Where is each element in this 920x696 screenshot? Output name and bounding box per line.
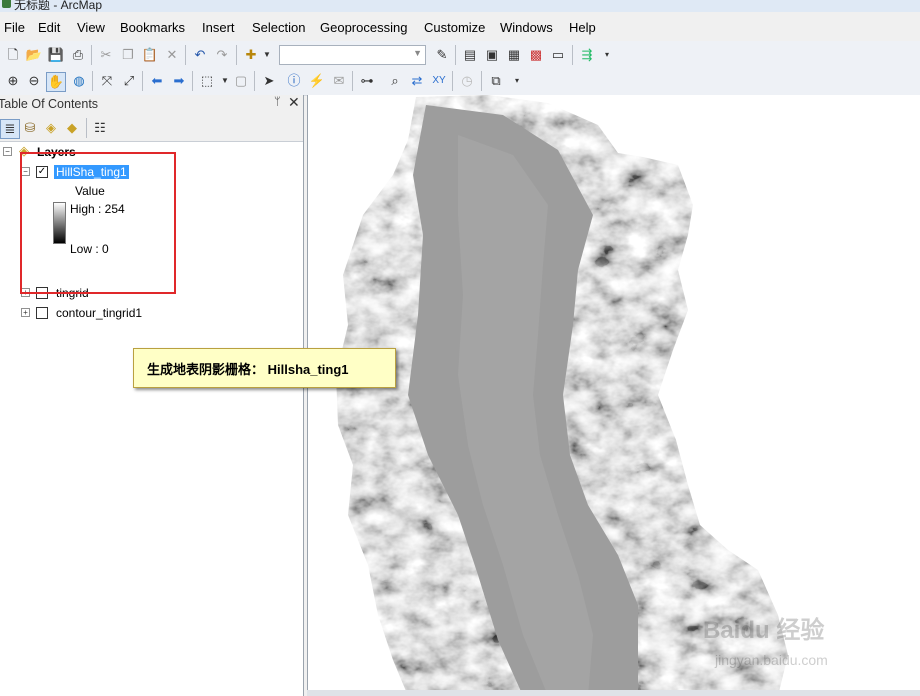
delete-icon[interactable]: ✕	[163, 46, 181, 64]
toolbar-overflow-icon[interactable]: ▾	[598, 46, 616, 64]
map-status-bar	[307, 690, 920, 696]
expand-icon[interactable]: +	[21, 308, 30, 317]
table-of-contents-icon[interactable]: ▤	[461, 46, 479, 64]
open-folder-icon[interactable]: 📂	[25, 46, 43, 64]
list-by-visibility-icon[interactable]: ◈	[42, 119, 60, 137]
toolbar-separator	[185, 45, 186, 65]
layer-name-contour-tingrid1[interactable]: contour_tingrid1	[56, 306, 142, 320]
print-icon[interactable]: ⎙	[69, 46, 87, 64]
chevron-down-icon: ▼	[413, 48, 422, 58]
html-popup-icon[interactable]: ✉	[330, 72, 348, 90]
clear-selection-icon[interactable]: ▢	[232, 72, 250, 90]
toolbar-separator	[481, 71, 482, 91]
toc-title: Table Of Contents	[0, 97, 99, 111]
full-extent-icon[interactable]: ◍	[70, 72, 88, 90]
window-title-bar: 无标题 - ArcMap	[0, 0, 920, 12]
cut-icon[interactable]: ✂	[97, 46, 115, 64]
copy-icon[interactable]: ❐	[119, 46, 137, 64]
toolbar-separator	[92, 71, 93, 91]
hyperlink-icon[interactable]: ⚡	[308, 72, 326, 90]
close-icon[interactable]: ✕	[288, 94, 300, 111]
list-by-drawing-order-icon[interactable]: ≣	[0, 119, 20, 139]
window-title: 无标题 - ArcMap	[14, 0, 103, 12]
hillshade-raster	[336, 95, 788, 696]
toolbar-separator	[352, 71, 353, 91]
save-icon[interactable]: 💾	[47, 46, 65, 64]
tools-toolbar: ⊕ ⊖ ✋ ◍ ⤧ ⤢ ⬅ ➡ ⬚ ▼ ▢ ➤ ⓘ ⚡ ✉ ⊶ ⌕ ⇄ XY ◷…	[0, 67, 920, 96]
toolbar-separator	[452, 71, 453, 91]
paste-icon[interactable]: 📋	[141, 46, 159, 64]
layer-visibility-checkbox[interactable]	[36, 307, 48, 319]
annotation-callout: 生成地表阴影栅格： Hillsha_ting1	[133, 348, 396, 388]
catalog-window-icon[interactable]: ▣	[483, 46, 501, 64]
toc-toolbar: ≣ ⛁ ◈ ◆ ☷	[0, 115, 303, 142]
list-by-source-icon[interactable]: ⛁	[21, 119, 39, 137]
menu-bookmarks[interactable]: Bookmarks	[120, 20, 185, 35]
model-builder-icon[interactable]: ⇶	[578, 46, 596, 64]
toolbar-separator	[572, 45, 573, 65]
baidu-watermark-url: jingyan.baidu.com	[715, 652, 828, 668]
collapse-icon[interactable]: −	[3, 147, 12, 156]
menu-windows[interactable]: Windows	[500, 20, 553, 35]
identify-icon[interactable]: ⓘ	[285, 72, 303, 90]
add-data-dropdown-icon[interactable]: ▼	[258, 46, 276, 64]
select-elements-icon[interactable]: ➤	[260, 72, 278, 90]
zoom-out-icon[interactable]: ⊖	[25, 72, 43, 90]
menu-customize[interactable]: Customize	[424, 20, 485, 35]
toolbar-separator	[254, 71, 255, 91]
toolbar-separator	[142, 71, 143, 91]
arcmap-app-icon	[2, 0, 11, 8]
arctoolbox-icon[interactable]: ▩	[527, 46, 545, 64]
standard-toolbar: 🗋 📂 💾 ⎙ ✂ ❐ 📋 ✕ ↶ ↷ ✚ ▼ ▼ ✎ ▤ ▣ ▦ ▩ ▭ ⇶ …	[0, 41, 920, 70]
menu-view[interactable]: View	[77, 20, 105, 35]
editor-toolbar-icon[interactable]: ✎	[433, 46, 451, 64]
menu-geoprocessing[interactable]: Geoprocessing	[320, 20, 407, 35]
python-window-icon[interactable]: ▭	[549, 46, 567, 64]
forward-extent-icon[interactable]: ➡	[170, 72, 188, 90]
toolbar-separator	[192, 71, 193, 91]
toolbar-separator	[455, 45, 456, 65]
new-document-icon[interactable]: 🗋	[4, 46, 22, 64]
back-extent-icon[interactable]: ⬅	[148, 72, 166, 90]
toolbar-separator	[236, 45, 237, 65]
toolbar-separator	[86, 118, 87, 138]
highlight-annotation-box	[20, 152, 176, 294]
toolbar-separator	[91, 45, 92, 65]
menu-edit[interactable]: Edit	[38, 20, 60, 35]
callout-text: 生成地表阴影栅格： Hillsha_ting1	[147, 362, 349, 377]
fixed-zoom-in-icon[interactable]: ⤧	[98, 72, 116, 90]
menu-help[interactable]: Help	[569, 20, 596, 35]
find-binoculars-icon[interactable]: ⌕	[386, 72, 404, 90]
redo-icon[interactable]: ↷	[213, 46, 231, 64]
table-of-contents-panel: Table Of Contents ᛘ ✕ ≣ ⛁ ◈ ◆ ☷ − ◈ Laye…	[0, 94, 304, 696]
select-features-icon[interactable]: ⬚	[198, 72, 216, 90]
time-slider-icon[interactable]: ◷	[458, 72, 476, 90]
find-route-icon[interactable]: ⇄	[408, 72, 426, 90]
pin-icon[interactable]: ᛘ	[274, 96, 281, 108]
menu-insert[interactable]: Insert	[202, 20, 235, 35]
baidu-watermark: Baidu 经验	[703, 617, 825, 644]
map-display[interactable]: Baidu 经验 jingyan.baidu.com	[307, 95, 920, 696]
pan-icon[interactable]: ✋	[46, 72, 66, 92]
menu-bar: File Edit View Bookmarks Insert Selectio…	[0, 12, 920, 42]
list-by-selection-icon[interactable]: ◆	[63, 119, 81, 137]
create-viewer-window-icon[interactable]: ⧉	[487, 72, 505, 90]
zoom-in-icon[interactable]: ⊕	[4, 72, 22, 90]
options-icon[interactable]: ☷	[91, 119, 109, 137]
go-to-xy-icon[interactable]: XY	[430, 72, 448, 90]
fixed-zoom-out-icon[interactable]: ⤢	[120, 72, 138, 90]
map-scale-combo[interactable]: ▼	[279, 45, 426, 65]
layer-tree: − ◈ Layers − ✓ HillSha_ting1 Value High …	[0, 142, 303, 696]
menu-selection[interactable]: Selection	[252, 20, 305, 35]
toolbar-overflow-icon[interactable]: ▾	[508, 72, 526, 90]
menu-file[interactable]: File	[4, 20, 25, 35]
undo-icon[interactable]: ↶	[191, 46, 209, 64]
measure-icon[interactable]: ⊶	[358, 72, 376, 90]
toc-header: Table Of Contents ᛘ ✕	[0, 94, 303, 115]
search-window-icon[interactable]: ▦	[505, 46, 523, 64]
